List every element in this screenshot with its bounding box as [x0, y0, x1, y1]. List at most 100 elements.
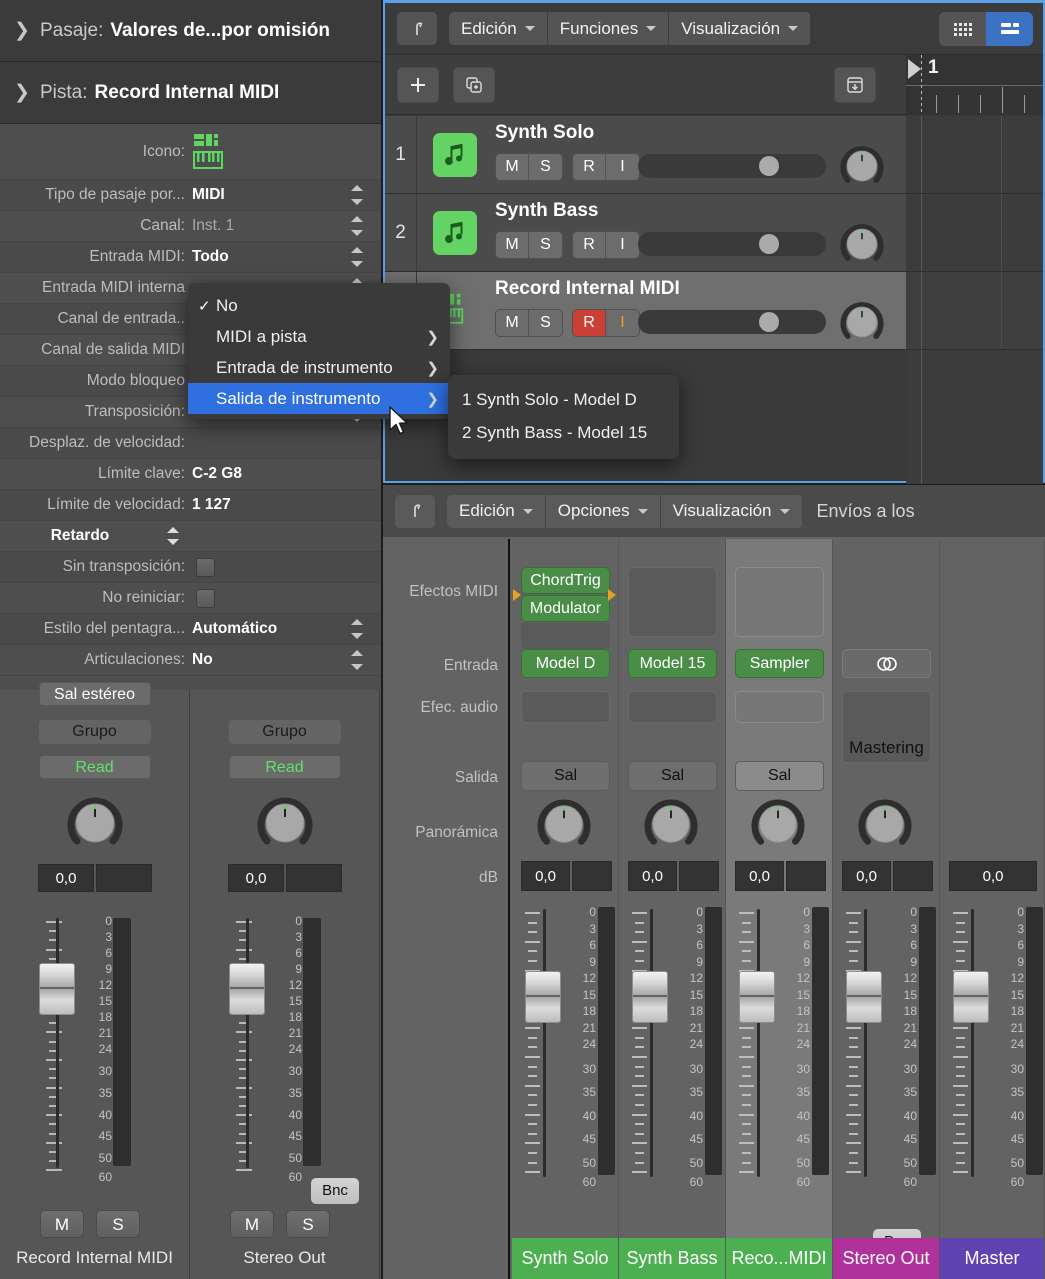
stepper-control[interactable]	[351, 247, 363, 267]
inspector-row-12[interactable]: Retardo	[0, 521, 381, 552]
plus-icon[interactable]	[397, 67, 439, 103]
record-enable-button[interactable]: R	[573, 310, 606, 336]
midi-fx-slot[interactable]: Modulator	[521, 595, 610, 622]
track-icon-thumbnail[interactable]	[192, 130, 236, 174]
menu-visualización[interactable]: Visualización	[669, 12, 811, 45]
mute-button[interactable]: M	[496, 232, 529, 258]
volume-fader[interactable]	[732, 909, 788, 1179]
audio-fx-slot[interactable]	[521, 691, 610, 723]
midi-input-popup-menu[interactable]: ✓NoMIDI a pista❯Entrada de instrumento❯S…	[188, 283, 450, 419]
secondary-value-field[interactable]	[96, 864, 152, 892]
peak-value-field[interactable]	[786, 861, 826, 891]
volume-value-field[interactable]: 0,0	[842, 861, 891, 891]
inspector-row-10[interactable]: Límite clave:C-2 G8	[0, 459, 381, 490]
menu-edición[interactable]: Edición	[447, 495, 546, 528]
instrument-output-submenu[interactable]: 1 Synth Solo - Model D2 Synth Bass - Mod…	[448, 375, 679, 459]
menu-edición[interactable]: Edición	[449, 12, 548, 45]
midi-fx-slot[interactable]: ChordTrig	[521, 567, 610, 594]
track-lane-empty[interactable]	[906, 350, 1043, 484]
undo-arrow-icon[interactable]	[395, 495, 435, 528]
solo-button[interactable]: S	[529, 154, 562, 180]
inspector-row-14[interactable]: No reiniciar:	[0, 583, 381, 614]
track-volume-slider[interactable]	[638, 310, 826, 334]
mute-solo-group[interactable]: MS	[495, 231, 563, 259]
audio-fx-slot[interactable]	[628, 691, 717, 723]
audio-fx-slot[interactable]	[735, 691, 824, 723]
track-pan-knob[interactable]	[840, 222, 884, 266]
music-note-icon[interactable]	[433, 211, 477, 255]
peak-value-field[interactable]	[572, 861, 612, 891]
inspector-row-3[interactable]: Entrada MIDI:Todo	[0, 242, 381, 273]
midi-fx-slot-empty[interactable]	[735, 567, 824, 637]
track-row[interactable]: Record Internal MIDIMSRI	[385, 272, 906, 350]
stepper-control[interactable]	[351, 216, 363, 236]
peak-value-field[interactable]	[679, 861, 719, 891]
mixer-channel-strip[interactable]: SamplerSal 0,0 0369121518212430354045506…	[726, 539, 833, 1279]
undo-arrow-icon[interactable]	[397, 12, 437, 45]
stepper-control[interactable]	[167, 527, 179, 545]
menu-item-2[interactable]: Entrada de instrumento❯	[188, 352, 450, 383]
stepper-control[interactable]	[351, 619, 363, 639]
solo-button[interactable]: S	[529, 232, 562, 258]
track-row[interactable]: 1Synth SoloMSRI	[385, 116, 906, 194]
track-lane[interactable]	[906, 272, 1043, 350]
instrument-slot[interactable]: Model 15	[628, 649, 717, 678]
menu-visualización[interactable]: Visualización	[661, 495, 803, 528]
output-slot[interactable]: Sal	[521, 761, 610, 791]
secondary-value-field[interactable]	[286, 864, 342, 892]
submenu-item-0[interactable]: 1 Synth Solo - Model D	[448, 383, 679, 416]
audio-fx-slot[interactable]: Mastering	[842, 691, 931, 763]
track-pan-knob[interactable]	[840, 300, 884, 344]
checkbox[interactable]	[196, 558, 215, 577]
record-input-group[interactable]: RI	[572, 231, 640, 259]
track-lane[interactable]	[906, 194, 1043, 272]
tracks-view-toggle[interactable]	[939, 12, 1033, 46]
submenu-item-1[interactable]: 2 Synth Bass - Model 15	[448, 416, 679, 449]
input-monitor-button[interactable]: I	[606, 154, 639, 180]
pan-knob[interactable]	[67, 795, 123, 851]
mute-solo-group[interactable]: MS	[495, 309, 563, 337]
inspector-row-1[interactable]: Tipo de pasaje por...MIDI	[0, 180, 381, 211]
channel-name-button[interactable]: Master	[940, 1238, 1044, 1279]
mute-button[interactable]: M	[230, 1210, 274, 1238]
input-monitor-button[interactable]: I	[606, 310, 639, 336]
mixer-menu-group[interactable]: EdiciónOpcionesVisualización	[447, 495, 803, 528]
solo-button[interactable]: S	[96, 1210, 140, 1238]
volume-value-field[interactable]: 0,0	[521, 861, 570, 891]
menu-funciones[interactable]: Funciones	[548, 12, 669, 45]
inspector-row-0[interactable]: Icono:	[0, 124, 381, 180]
stereo-input-icon[interactable]	[842, 649, 931, 678]
pan-knob[interactable]	[644, 797, 700, 853]
checkbox[interactable]	[196, 589, 215, 608]
midi-fx-slot-empty[interactable]	[628, 567, 717, 637]
input-monitor-button[interactable]: I	[606, 232, 639, 258]
group-button[interactable]: Grupo	[39, 720, 151, 744]
channel-name-button[interactable]: Stereo Out	[833, 1238, 939, 1279]
slider-thumb[interactable]	[759, 234, 779, 254]
instrument-slot[interactable]: Model D	[521, 649, 610, 678]
solo-button[interactable]: S	[286, 1210, 330, 1238]
menu-item-1[interactable]: MIDI a pista❯	[188, 321, 450, 352]
volume-fader[interactable]	[625, 909, 681, 1179]
mute-solo-group[interactable]: MS	[495, 153, 563, 181]
automation-mode-button[interactable]: Read	[229, 755, 341, 779]
chevron-right-icon[interactable]: ❯	[14, 19, 40, 42]
list-view-icon[interactable]	[986, 12, 1033, 46]
menu-opciones[interactable]: Opciones	[546, 495, 661, 528]
solo-button[interactable]: S	[529, 310, 562, 336]
track-pan-knob[interactable]	[840, 144, 884, 188]
volume-value-field[interactable]: 0,0	[628, 861, 677, 891]
grid-view-icon[interactable]	[939, 12, 986, 46]
inspector-row-13[interactable]: Sin transposición:	[0, 552, 381, 583]
channel-name-button[interactable]: Reco...MIDI	[726, 1238, 832, 1279]
music-note-icon[interactable]	[433, 133, 477, 177]
volume-fader[interactable]	[839, 909, 895, 1179]
mixer-channel-strip[interactable]: 0,0 03691215182124303540455060MDMaster	[940, 539, 1045, 1279]
pan-value-field[interactable]: 0,0	[38, 864, 94, 892]
output-slot[interactable]: Sal	[628, 761, 717, 791]
pan-value-field[interactable]: 0,0	[228, 864, 284, 892]
pan-knob[interactable]	[257, 795, 313, 851]
tracks-menu-group[interactable]: EdiciónFuncionesVisualización	[449, 12, 811, 45]
inspector-track-header[interactable]: ❯ Pista: Record Internal MIDI	[0, 62, 381, 124]
midi-fx-slot-empty[interactable]	[521, 623, 610, 649]
